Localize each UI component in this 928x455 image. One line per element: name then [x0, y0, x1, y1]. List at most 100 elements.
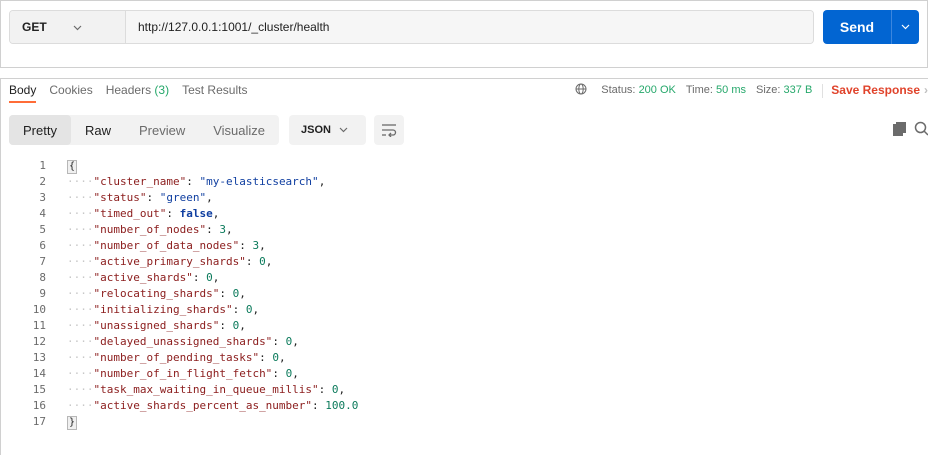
view-tab-pretty[interactable]: Pretty	[9, 115, 71, 145]
json-comma: ,	[259, 239, 266, 252]
method-select[interactable]: GET	[10, 11, 126, 43]
tab-body[interactable]: Body	[9, 79, 37, 103]
indent-guide: ····	[67, 303, 94, 316]
json-key: "task_max_waiting_in_queue_millis"	[93, 383, 319, 396]
tab-label: Cookies	[49, 83, 93, 97]
json-colon: :	[318, 383, 332, 396]
line-text: ····"number_of_pending_tasks": 0,	[67, 350, 286, 366]
time-label: Time:	[685, 84, 713, 96]
json-comma: ,	[239, 319, 246, 332]
save-response-label: Save Response	[831, 83, 920, 97]
json-comma: ,	[239, 287, 246, 300]
wrap-lines-button[interactable]	[374, 115, 405, 145]
json-colon: :	[232, 303, 246, 316]
line-text: ····"active_primary_shards": 0,	[67, 254, 272, 270]
format-select[interactable]: JSON	[289, 115, 367, 145]
time-value: 50 ms	[716, 84, 746, 96]
view-tab-label: Raw	[84, 122, 111, 138]
code-line: 2 ····"cluster_name": "my-elasticsearch",	[1, 174, 928, 190]
line-number: 7	[39, 255, 46, 268]
line-text: ····"cluster_name": "my-elasticsearch",	[67, 174, 325, 190]
json-brace: }	[67, 416, 78, 430]
size-stat[interactable]: Size: 337 B	[756, 84, 812, 96]
send-options-button[interactable]	[891, 10, 919, 44]
json-value: 0	[331, 383, 339, 396]
view-tab-raw[interactable]: Raw	[71, 115, 125, 145]
view-tab-visualize[interactable]: Visualize	[199, 115, 279, 145]
json-value: false	[179, 207, 213, 220]
code-line: 10 ····"initializing_shards": 0,	[1, 302, 928, 318]
indent-guide: ····	[67, 271, 94, 284]
json-key: "active_primary_shards"	[93, 255, 246, 268]
indent-guide: ····	[67, 367, 94, 380]
json-key: "initializing_shards"	[93, 303, 233, 316]
indent-guide: ····	[67, 207, 94, 220]
size-value: 337 B	[783, 84, 813, 96]
line-number: 4	[39, 207, 46, 220]
format-toolbar: Pretty Raw Preview Visualize JSON	[9, 115, 405, 145]
status-stat[interactable]: Status: 200 OK	[601, 84, 676, 96]
search-icon[interactable]	[914, 121, 928, 136]
response-panel: Body Cookies Headers (3) Test Results St…	[0, 78, 928, 455]
json-value: 3	[219, 223, 226, 236]
request-bar: GET http://127.0.0.1:1001/_cluster/healt…	[9, 10, 814, 44]
indent-guide: ····	[67, 255, 94, 268]
json-comma: ,	[212, 207, 220, 220]
save-response-button[interactable]: Save Response ›	[831, 83, 928, 97]
tab-label: Headers	[105, 83, 152, 97]
line-number: 3	[39, 191, 46, 204]
line-number: 15	[32, 383, 46, 396]
json-comma: ,	[318, 175, 326, 188]
code-line: 8 ····"active_shards": 0,	[1, 270, 928, 286]
line-text: ····"task_max_waiting_in_queue_millis": …	[67, 382, 345, 398]
tab-label: Test Results	[182, 83, 248, 97]
chevron-down-icon: ›	[924, 83, 928, 97]
tab-test-results[interactable]: Test Results	[182, 79, 247, 97]
json-colon: :	[239, 239, 253, 252]
code-line: 12 ····"delayed_unassigned_shards": 0,	[1, 334, 928, 350]
json-comma: ,	[292, 367, 299, 380]
indent-guide: ····	[67, 399, 94, 412]
json-comma: ,	[212, 271, 220, 284]
request-panel: GET http://127.0.0.1:1001/_cluster/healt…	[0, 0, 928, 68]
time-stat[interactable]: Time: 50 ms	[686, 84, 746, 96]
copy-icon[interactable]	[893, 122, 907, 136]
json-key: "number_of_pending_tasks"	[93, 351, 260, 364]
json-key: "relocating_shards"	[93, 287, 220, 300]
tab-headers[interactable]: Headers (3)	[106, 79, 169, 97]
response-body-editor[interactable]: 1{2 ····"cluster_name": "my-elasticsearch…	[1, 158, 928, 430]
line-number: 12	[32, 335, 46, 348]
code-line: 5 ····"number_of_nodes": 3,	[1, 222, 928, 238]
code-line: 13 ····"number_of_pending_tasks": 0,	[1, 350, 928, 366]
globe-icon[interactable]	[575, 83, 587, 95]
code-line: 15 ····"task_max_waiting_in_queue_millis"…	[1, 382, 928, 398]
response-meta: Status: 200 OK Time: 50 ms Size: 337 B S…	[575, 79, 928, 101]
code-line: 3 ····"status": "green",	[1, 190, 928, 206]
view-tab-preview[interactable]: Preview	[125, 115, 199, 145]
json-colon: :	[272, 367, 286, 380]
send-group: Send	[823, 10, 919, 44]
line-text: ····"relocating_shards": 0,	[67, 286, 246, 302]
json-comma: ,	[265, 255, 273, 268]
view-tab-label: Pretty	[23, 122, 57, 138]
json-key: "number_of_data_nodes"	[93, 239, 240, 252]
json-brace: {	[67, 160, 78, 174]
view-tab-label: Visualize	[213, 122, 266, 138]
line-number: 17	[32, 415, 46, 428]
json-value: 0	[206, 271, 213, 284]
line-text: ····"number_of_in_flight_fetch": 0,	[67, 366, 299, 382]
json-key: "unassigned_shards"	[93, 319, 220, 332]
chevron-down-icon	[339, 124, 348, 136]
indent-guide: ····	[67, 287, 94, 300]
json-key: "number_of_nodes"	[93, 223, 207, 236]
send-label: Send	[839, 19, 875, 35]
tab-cookies[interactable]: Cookies	[49, 79, 92, 97]
url-input[interactable]: http://127.0.0.1:1001/_cluster/health	[126, 11, 813, 43]
line-text: ····"active_shards_percent_as_number": 1…	[67, 398, 358, 414]
json-value: 0	[259, 255, 266, 268]
json-comma: ,	[338, 383, 346, 396]
send-button[interactable]: Send	[823, 10, 891, 44]
line-text: ····"status": "green",	[67, 190, 213, 206]
indent-guide: ····	[67, 223, 94, 236]
indent-guide: ····	[67, 351, 94, 364]
